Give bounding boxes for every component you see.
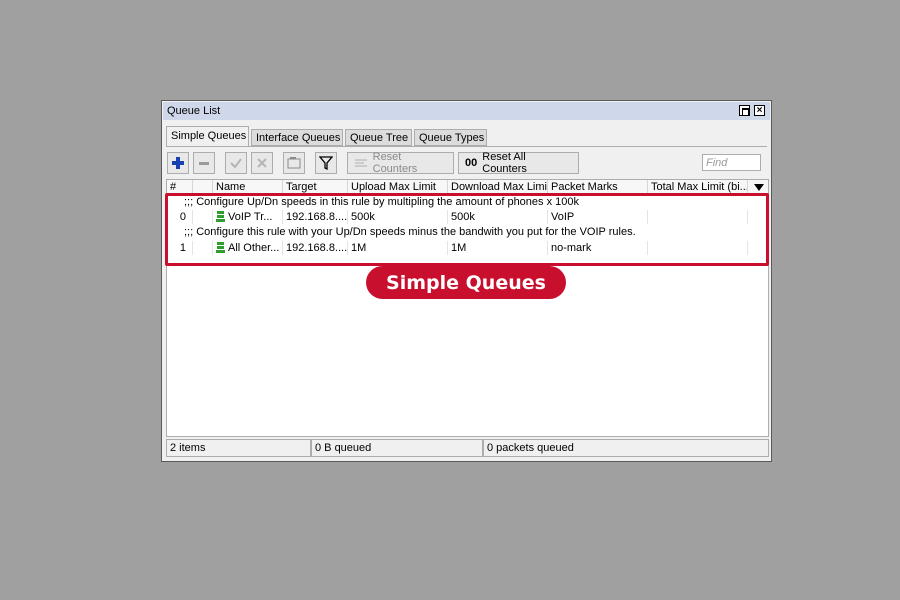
tab-interface-queues[interactable]: Interface Queues [251, 129, 343, 146]
comment-icon [287, 157, 301, 169]
status-bytes-queued: 0 B queued [311, 439, 483, 457]
find-input[interactable]: Find [702, 154, 761, 171]
reset-all-counters-label: Reset All Counters [482, 151, 527, 175]
cross-icon [257, 158, 267, 168]
filter-icon [319, 156, 333, 170]
highlight-box [165, 193, 769, 266]
toolbar: Reset Counters 00 Reset All Counters Fin… [166, 150, 767, 176]
reset-counters-button[interactable]: Reset Counters [347, 151, 454, 175]
checkmark-icon [230, 158, 242, 169]
tab-simple-queues[interactable]: Simple Queues [166, 126, 249, 147]
chevron-down-icon [754, 184, 764, 191]
disable-button[interactable] [251, 152, 273, 174]
reset-all-counters-icon: 00 [465, 157, 478, 169]
status-bar: 2 items 0 B queued 0 packets queued [166, 439, 769, 457]
tab-divider [166, 146, 767, 147]
overlay-label: Simple Queues [366, 266, 566, 299]
enable-button[interactable] [225, 152, 247, 174]
comment-button[interactable] [283, 152, 305, 174]
tab-queue-tree[interactable]: Queue Tree [345, 129, 412, 146]
title-bar[interactable]: Queue List × [163, 102, 770, 120]
window-title: Queue List [167, 105, 221, 117]
close-icon[interactable]: × [754, 105, 765, 116]
remove-button[interactable] [193, 152, 215, 174]
reset-counters-icon [355, 159, 367, 167]
reset-all-counters-button[interactable]: 00 Reset All Counters [458, 151, 579, 175]
status-packets-queued: 0 packets queued [483, 439, 769, 457]
maximize-icon[interactable] [739, 105, 750, 116]
filter-button[interactable] [315, 152, 337, 174]
reset-counters-label: Reset Counters [372, 151, 418, 175]
status-item-count: 2 items [166, 439, 311, 457]
plus-icon [172, 157, 184, 169]
add-button[interactable] [167, 152, 189, 174]
minus-icon [199, 162, 209, 165]
tab-queue-types[interactable]: Queue Types [414, 129, 487, 146]
